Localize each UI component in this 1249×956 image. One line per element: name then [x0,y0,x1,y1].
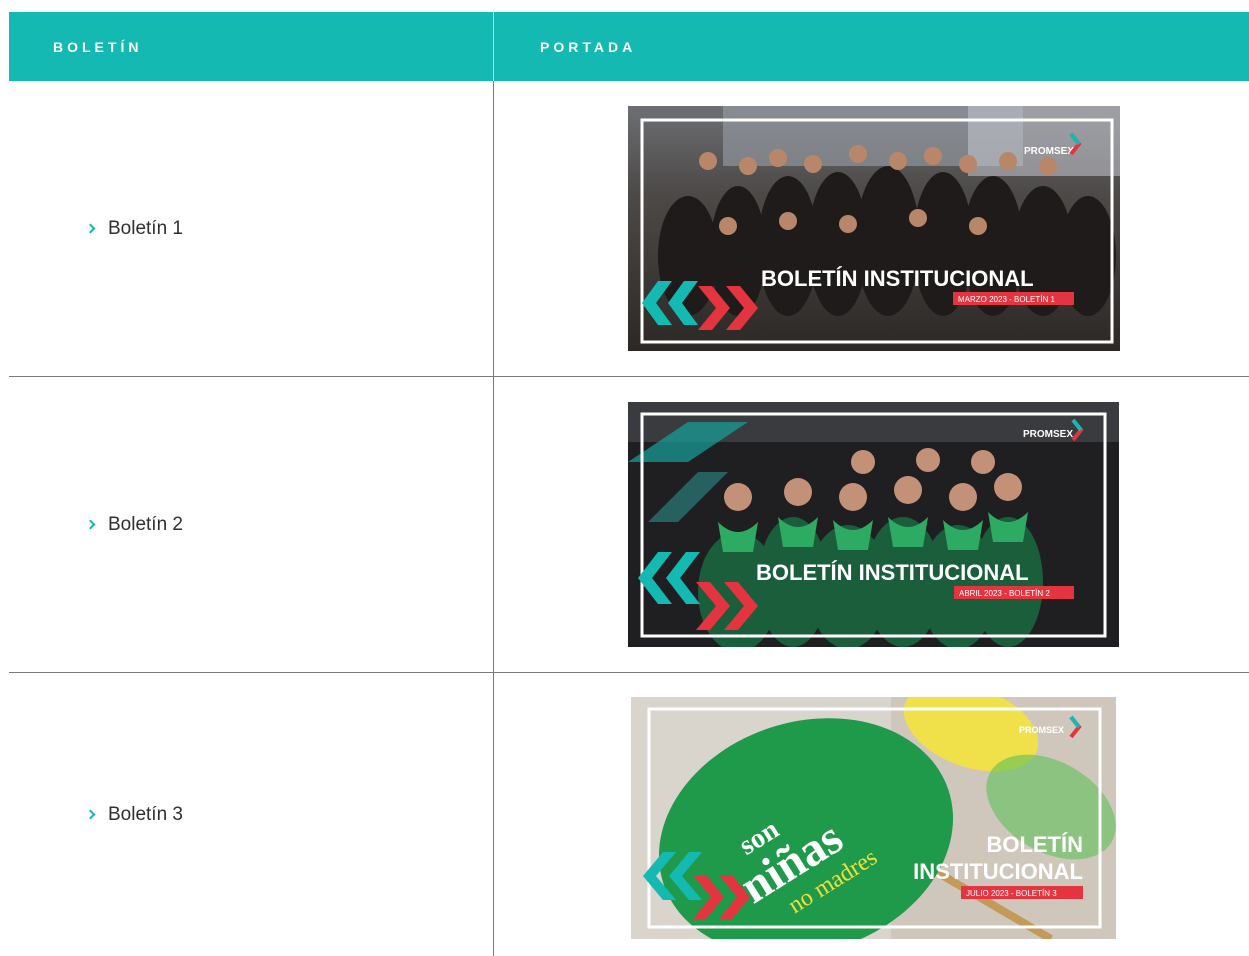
bulletin-1-link[interactable]: Boletín 1 [85,217,183,240]
cover-logo: PROMSEX [1023,429,1073,440]
bulletin-3-label: Boletín 3 [108,803,183,825]
bulletin-1-label: Boletín 1 [108,217,183,239]
bulletin-2-cover[interactable]: PROMSEX BOLETÍN INSTITUCIONAL ABRIL 2023… [628,402,1119,647]
cover-subtitle: JULIO 2023 - BOLETÍN 3 [966,889,1057,898]
bulletin-1-cover[interactable]: PROMSEX BOLETÍN INSTITUCIONAL MARZO 2023… [628,106,1120,351]
bulletin-cell: Boletín 1 [9,81,494,376]
bulletin-2-link[interactable]: Boletín 2 [85,513,183,536]
table-row: Boletín 1 PROMSEX BOLETÍN INSTITUCIONAL … [9,81,1249,377]
chevron-right-icon [85,809,96,820]
cover-title-line2: INSTITUCIONAL [913,859,1083,884]
cover-logo: PROMSEX [1019,725,1064,735]
bulletin-3-cover[interactable]: son niñas no madres PROMSEX BOLETÍN INST… [631,697,1116,939]
bulletin-2-label: Boletín 2 [108,513,183,535]
header-portada: PORTADA [540,38,637,55]
cover-cell: son niñas no madres PROMSEX BOLETÍN INST… [494,673,1249,956]
chevron-right-icon [85,223,96,234]
table-header: BOLETÍN PORTADA [9,12,1249,81]
table-row: Boletín 2 PROMSEX BOLETÍN INSTITUCIONAL … [9,377,1249,673]
table-row: Boletín 3 son niñas no madres PROMSEX BO… [9,673,1249,956]
cover-subtitle: ABRIL 2023 - BOLETÍN 2 [959,589,1050,598]
cover-title: BOLETÍN INSTITUCIONAL [756,560,1029,585]
bulletin-cell: Boletín 3 [9,673,494,956]
chevron-right-icon [85,519,96,530]
cover-cell: PROMSEX BOLETÍN INSTITUCIONAL MARZO 2023… [494,81,1249,376]
bulletin-3-link[interactable]: Boletín 3 [85,803,183,826]
cover-subtitle: MARZO 2023 - BOLETÍN 1 [958,295,1055,304]
cover-title-line1: BOLETÍN [986,832,1083,857]
header-boletin: BOLETÍN [9,12,494,81]
cover-logo: PROMSEX [1024,146,1074,157]
cover-cell: PROMSEX BOLETÍN INSTITUCIONAL ABRIL 2023… [494,377,1249,672]
cover-title: BOLETÍN INSTITUCIONAL [761,266,1034,291]
bulletin-cell: Boletín 2 [9,377,494,672]
bulletins-table: BOLETÍN PORTADA Boletín 1 PROMSEX BOLETÍ… [9,12,1249,956]
